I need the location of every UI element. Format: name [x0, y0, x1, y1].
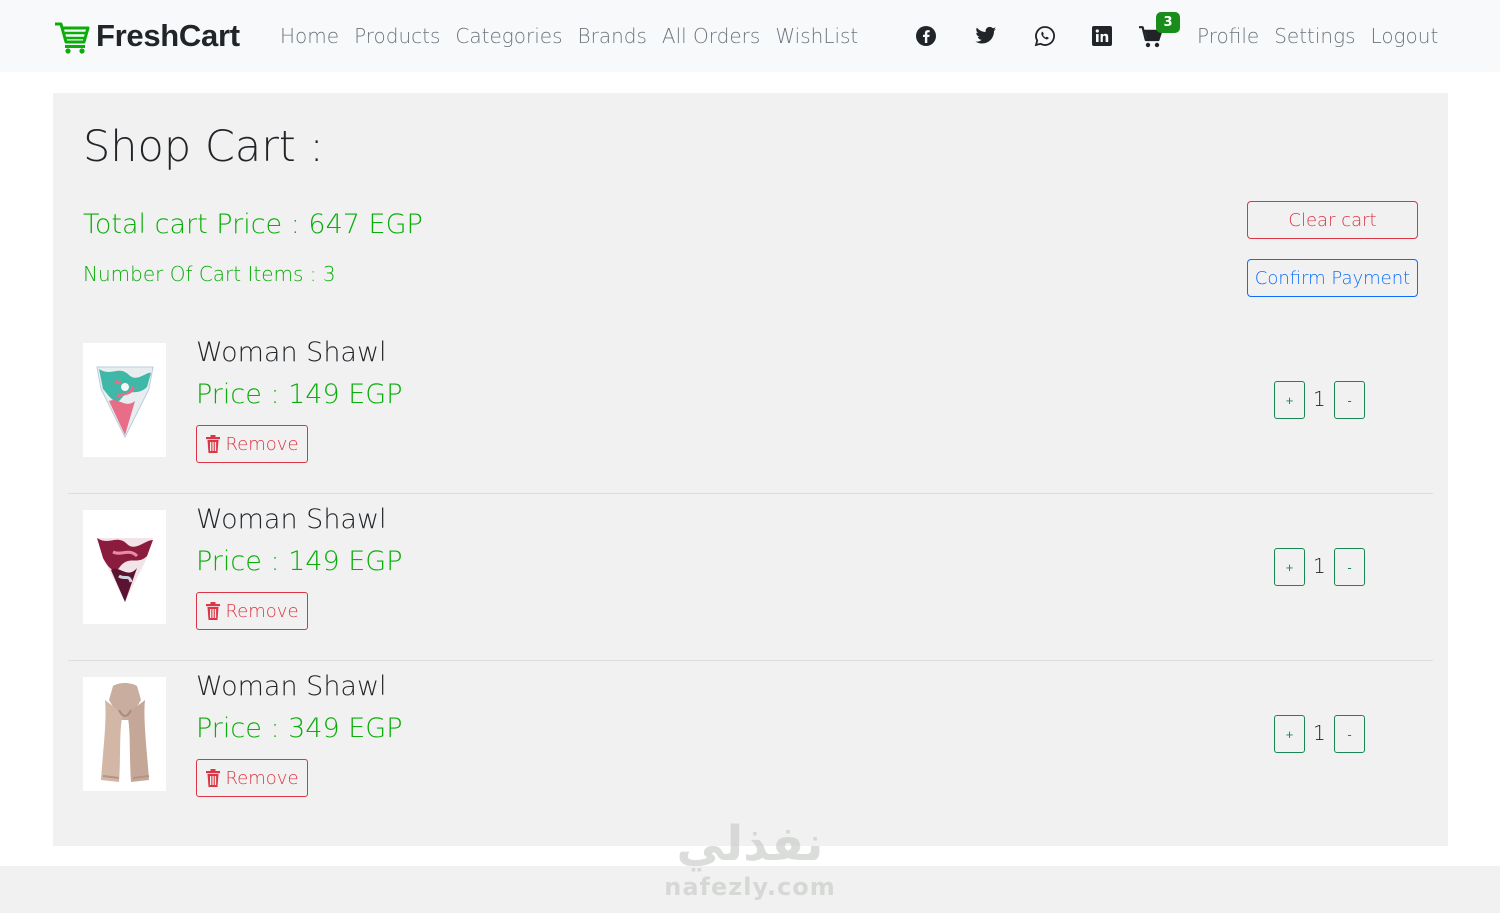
trash-icon [206, 769, 221, 787]
nav-profile-link[interactable]: Profile [1197, 24, 1259, 48]
main-nav: Home Products Categories Brands All Orde… [280, 24, 858, 48]
cart-item: Woman Shawl Price : 349 EGP Remove + 1 - [68, 661, 1433, 828]
clear-cart-button[interactable]: Clear cart [1247, 201, 1418, 239]
trash-icon [206, 435, 221, 453]
product-image [83, 677, 166, 791]
watermark: نفذلي nafezly.com [655, 815, 845, 901]
cart-item: Woman Shawl Price : 149 EGP Remove + 1 - [68, 494, 1433, 661]
item-quantity: 1 [1313, 721, 1326, 745]
brand-name: FreshCart [96, 18, 240, 53]
nav-settings-link[interactable]: Settings [1274, 24, 1355, 48]
navbar: FreshCart Home Products Categories Brand… [0, 0, 1500, 72]
cart-logo-icon [55, 22, 90, 54]
watermark-latin: nafezly.com [664, 873, 836, 901]
decrease-quantity-button[interactable]: - [1334, 715, 1365, 753]
page-title: Shop Cart : [83, 122, 324, 172]
confirm-payment-button[interactable]: Confirm Payment [1247, 259, 1418, 297]
increase-quantity-button[interactable]: + [1274, 715, 1305, 753]
product-image [83, 343, 166, 457]
nav-wishlist-link[interactable]: WishList [775, 24, 858, 48]
twitter-icon[interactable] [974, 24, 998, 48]
item-name: Woman Shawl [196, 337, 387, 368]
nav-categories-link[interactable]: Categories [455, 24, 562, 48]
remove-label: Remove [225, 433, 299, 455]
linkedin-icon[interactable] [1090, 24, 1114, 48]
remove-item-button[interactable]: Remove [196, 759, 308, 797]
nav-products-link[interactable]: Products [354, 24, 440, 48]
remove-item-button[interactable]: Remove [196, 425, 308, 463]
nav-all-orders-link[interactable]: All Orders [662, 24, 760, 48]
product-image [83, 510, 166, 624]
increase-quantity-button[interactable]: + [1274, 381, 1305, 419]
remove-label: Remove [225, 767, 299, 789]
nav-logout-link[interactable]: Logout [1371, 24, 1439, 48]
item-price: Price : 149 EGP [196, 379, 403, 410]
cart-item-count: Number Of Cart Items : 3 [83, 262, 336, 286]
account-nav: Profile Settings Logout [1197, 24, 1438, 48]
item-price: Price : 149 EGP [196, 546, 403, 577]
cart-item: Woman Shawl Price : 149 EGP Remove + 1 - [68, 327, 1433, 494]
nav-brands-link[interactable]: Brands [578, 24, 647, 48]
nav-home-link[interactable]: Home [280, 24, 339, 48]
brand-logo[interactable]: FreshCart [53, 18, 240, 54]
item-quantity: 1 [1313, 554, 1326, 578]
trash-icon [206, 602, 221, 620]
decrease-quantity-button[interactable]: - [1334, 381, 1365, 419]
cart-count-badge: 3 [1156, 12, 1180, 33]
decrease-quantity-button[interactable]: - [1334, 548, 1365, 586]
cart-panel: Shop Cart : Total cart Price : 647 EGP N… [53, 93, 1448, 846]
cart-total-price: Total cart Price : 647 EGP [83, 209, 423, 240]
item-name: Woman Shawl [196, 504, 387, 535]
facebook-icon[interactable] [914, 24, 938, 48]
item-price: Price : 349 EGP [196, 713, 403, 744]
remove-item-button[interactable]: Remove [196, 592, 308, 630]
item-name: Woman Shawl [196, 671, 387, 702]
watermark-arabic: نفذلي [676, 816, 824, 872]
item-quantity: 1 [1313, 387, 1326, 411]
whatsapp-icon[interactable] [1033, 24, 1057, 48]
increase-quantity-button[interactable]: + [1274, 548, 1305, 586]
remove-label: Remove [225, 600, 299, 622]
